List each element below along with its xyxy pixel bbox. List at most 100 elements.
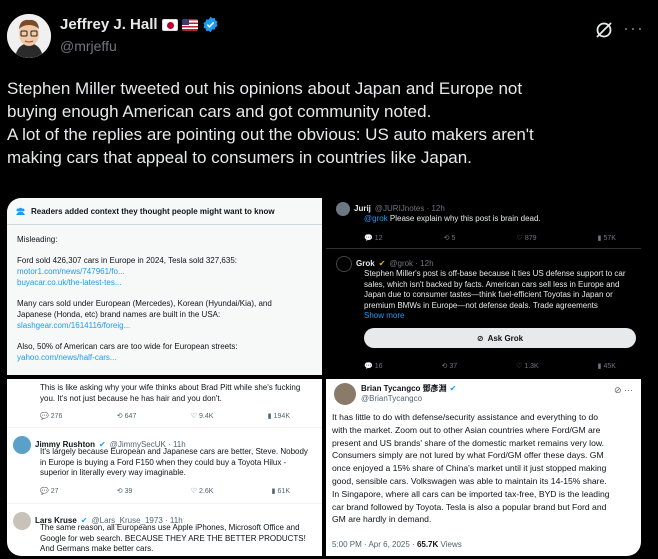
tweet-line: good, sensible cars. Volkswagen was able… — [332, 475, 607, 486]
post-image-grid[interactable]: Readers added context they thought peopl… — [7, 198, 641, 556]
brian-tweet-image[interactable]: Brian Tycangco 鄧彥淵 ✔ @BrianTycangco ⊘ ··… — [326, 379, 641, 556]
grok-reply-image[interactable]: Jurij @JURIJnotes · 12h @grok Please exp… — [326, 198, 641, 375]
reply-line: It's largely because European and Japane… — [40, 447, 308, 456]
community-note-image[interactable]: Readers added context they thought peopl… — [7, 198, 322, 375]
repost-count: 5 — [451, 234, 456, 242]
reply-count: 16 — [374, 362, 383, 370]
grok-name[interactable]: Grok — [356, 259, 375, 270]
avatar[interactable] — [13, 512, 31, 530]
grok-handle[interactable]: @grok · 12h — [389, 259, 433, 270]
verified-badge-icon — [203, 16, 218, 33]
note-label: Misleading: — [17, 235, 58, 244]
reply-text: @grok Please explain why this post is br… — [364, 214, 541, 225]
reply-author-handle[interactable]: @JURIJnotes · 12h — [375, 204, 445, 215]
author-name[interactable]: Jeffrey J. Hall — [60, 16, 158, 33]
repost-count: 37 — [449, 362, 458, 370]
tweet-line: car brand followed by Toyota. Tesla is a… — [332, 501, 607, 512]
usa-flag-icon — [181, 18, 198, 31]
reply-button[interactable]: 💬 276 — [40, 412, 63, 421]
avatar[interactable] — [336, 202, 350, 216]
show-more-link[interactable]: Show more — [364, 311, 639, 322]
more-options-icon[interactable]: ··· — [623, 18, 644, 39]
reply-actions: 💬 12 ⟲ 5 ♡ 879 ▮ 57K — [364, 234, 616, 243]
note-text: Japanese (Honda, etc) brand names are bu… — [17, 310, 221, 319]
community-note-title: Readers added context they thought peopl… — [31, 207, 275, 216]
views-button[interactable]: ▮ 45K — [598, 362, 616, 371]
author-avatar[interactable] — [7, 14, 51, 58]
grok-text-line: premium BMWs in Europe—not defense deals… — [364, 300, 598, 310]
reply-line: Google for web search. BECAUSE THEY ARE … — [40, 533, 306, 543]
tweet-line: once enjoyed a 15% share of China's mark… — [332, 463, 607, 474]
reply-button[interactable]: 💬 27 — [40, 487, 59, 496]
views-label: Views — [438, 540, 462, 549]
note-text: Many cars sold under European (Mercedes)… — [17, 299, 272, 308]
like-button[interactable]: ♡ 2.6K — [191, 487, 214, 496]
reply-text-body: Please explain why this post is brain de… — [387, 214, 541, 223]
reply-text: It's largely because European and Japane… — [40, 447, 308, 479]
view-count: 194K — [273, 412, 290, 420]
note-link[interactable]: buyacar.co.uk/the-latest-tes... — [17, 277, 317, 288]
like-button[interactable]: ♡ 1.3K — [516, 362, 539, 371]
more-options-icon[interactable]: ⊘ ··· — [614, 385, 633, 396]
tweet-line: Consumers simply are not lured by what F… — [332, 450, 604, 461]
note-link[interactable]: slashgear.com/1614116/foreig... — [17, 320, 317, 331]
view-count: 57K — [603, 234, 616, 242]
grok-icon[interactable] — [594, 20, 614, 40]
tweet-author-handle[interactable]: @BrianTycangco — [361, 394, 422, 405]
like-button[interactable]: ♡ 879 — [517, 234, 537, 243]
verified-badge-icon: ✔ — [449, 384, 457, 393]
grok-avatar[interactable] — [336, 256, 352, 272]
japan-flag-icon — [161, 18, 178, 31]
author-handle[interactable]: @mrjeffu — [60, 38, 117, 54]
note-text: Also, 50% of American cars are too wide … — [17, 342, 238, 351]
post-line: buying enough American cars and got comm… — [7, 102, 432, 121]
view-count: 61K — [277, 487, 290, 495]
post-line: A lot of the replies are pointing out th… — [7, 125, 534, 144]
note-link[interactable]: motor1.com/news/747961/fo... — [17, 266, 317, 277]
tweet-line: GM are hardly in demand. — [332, 514, 432, 525]
ask-grok-label: Ask Grok — [487, 333, 524, 343]
grok-text-line: Stephen Miller's post is off-base becaus… — [364, 269, 626, 278]
reply-button[interactable]: 💬 16 — [364, 362, 383, 371]
repost-button[interactable]: ⟲ 5 — [444, 234, 456, 243]
reply-line: in Europe is buying a Ford F150 when the… — [40, 457, 287, 467]
verified-gold-icon: ✔ — [378, 258, 386, 268]
reply-author-name[interactable]: Jurij — [354, 204, 371, 215]
community-note-header: Readers added context they thought peopl… — [15, 207, 275, 218]
repost-button[interactable]: ⟲ 647 — [117, 412, 137, 421]
reply-count: 276 — [50, 412, 63, 420]
note-text: Ford sold 426,307 cars in Europe in 2024… — [17, 256, 237, 265]
tweet-text: It has little to do with defense/securit… — [332, 411, 638, 526]
views-button[interactable]: ▮ 57K — [598, 234, 616, 243]
like-button[interactable]: ♡ 9.4K — [191, 412, 214, 421]
tweet-line: with the market. Zoom out to other Asian… — [332, 424, 601, 435]
timestamp[interactable]: 5:00 PM · Apr 6, 2025 · — [332, 540, 417, 549]
like-count: 1.3K — [524, 362, 539, 370]
like-count: 9.4K — [199, 412, 214, 420]
views-button[interactable]: ▮ 194K — [268, 412, 290, 421]
ask-grok-button[interactable]: ⊘ Ask Grok — [364, 328, 636, 348]
repost-button[interactable]: ⟲ 39 — [117, 487, 133, 496]
reply-line: And Germans make better cars. — [40, 544, 154, 553]
reply-line: The same reason, all Europeans use Apple… — [40, 523, 300, 532]
view-count: 65.7K — [416, 540, 439, 549]
post-line: Stephen Miller tweeted out his opinions … — [7, 79, 523, 98]
community-note-body: Misleading: Ford sold 426,307 cars in Eu… — [17, 234, 317, 363]
like-count: 879 — [524, 234, 537, 242]
author-name-row[interactable]: Jeffrey J. Hall — [60, 16, 219, 33]
mention-link[interactable]: @grok — [364, 214, 388, 223]
repost-count: 647 — [124, 412, 137, 420]
avatar[interactable] — [334, 383, 356, 405]
like-count: 2.6K — [199, 487, 214, 495]
avatar[interactable] — [13, 436, 31, 454]
repost-button[interactable]: ⟲ 37 — [441, 362, 458, 371]
tweet-author-name[interactable]: Brian Tycangco 鄧彥淵 — [361, 384, 447, 395]
note-link[interactable]: yahoo.com/news/half-cars... — [17, 352, 317, 363]
reply-actions: 💬 276 ⟲ 647 ♡ 9.4K ▮ 194K — [40, 412, 290, 421]
tweet-timestamp: 5:00 PM · Apr 6, 2025 · 65.7K Views — [332, 540, 462, 551]
views-button[interactable]: ▮ 61K — [272, 487, 290, 496]
replies-image[interactable]: This is like asking why your wife thinks… — [7, 379, 322, 556]
reply-button[interactable]: 💬 12 — [364, 234, 383, 243]
post-line: making cars that appeal to consumers in … — [7, 148, 472, 167]
reply-actions: 💬 27 ⟲ 39 ♡ 2.6K ▮ 61K — [40, 487, 290, 496]
